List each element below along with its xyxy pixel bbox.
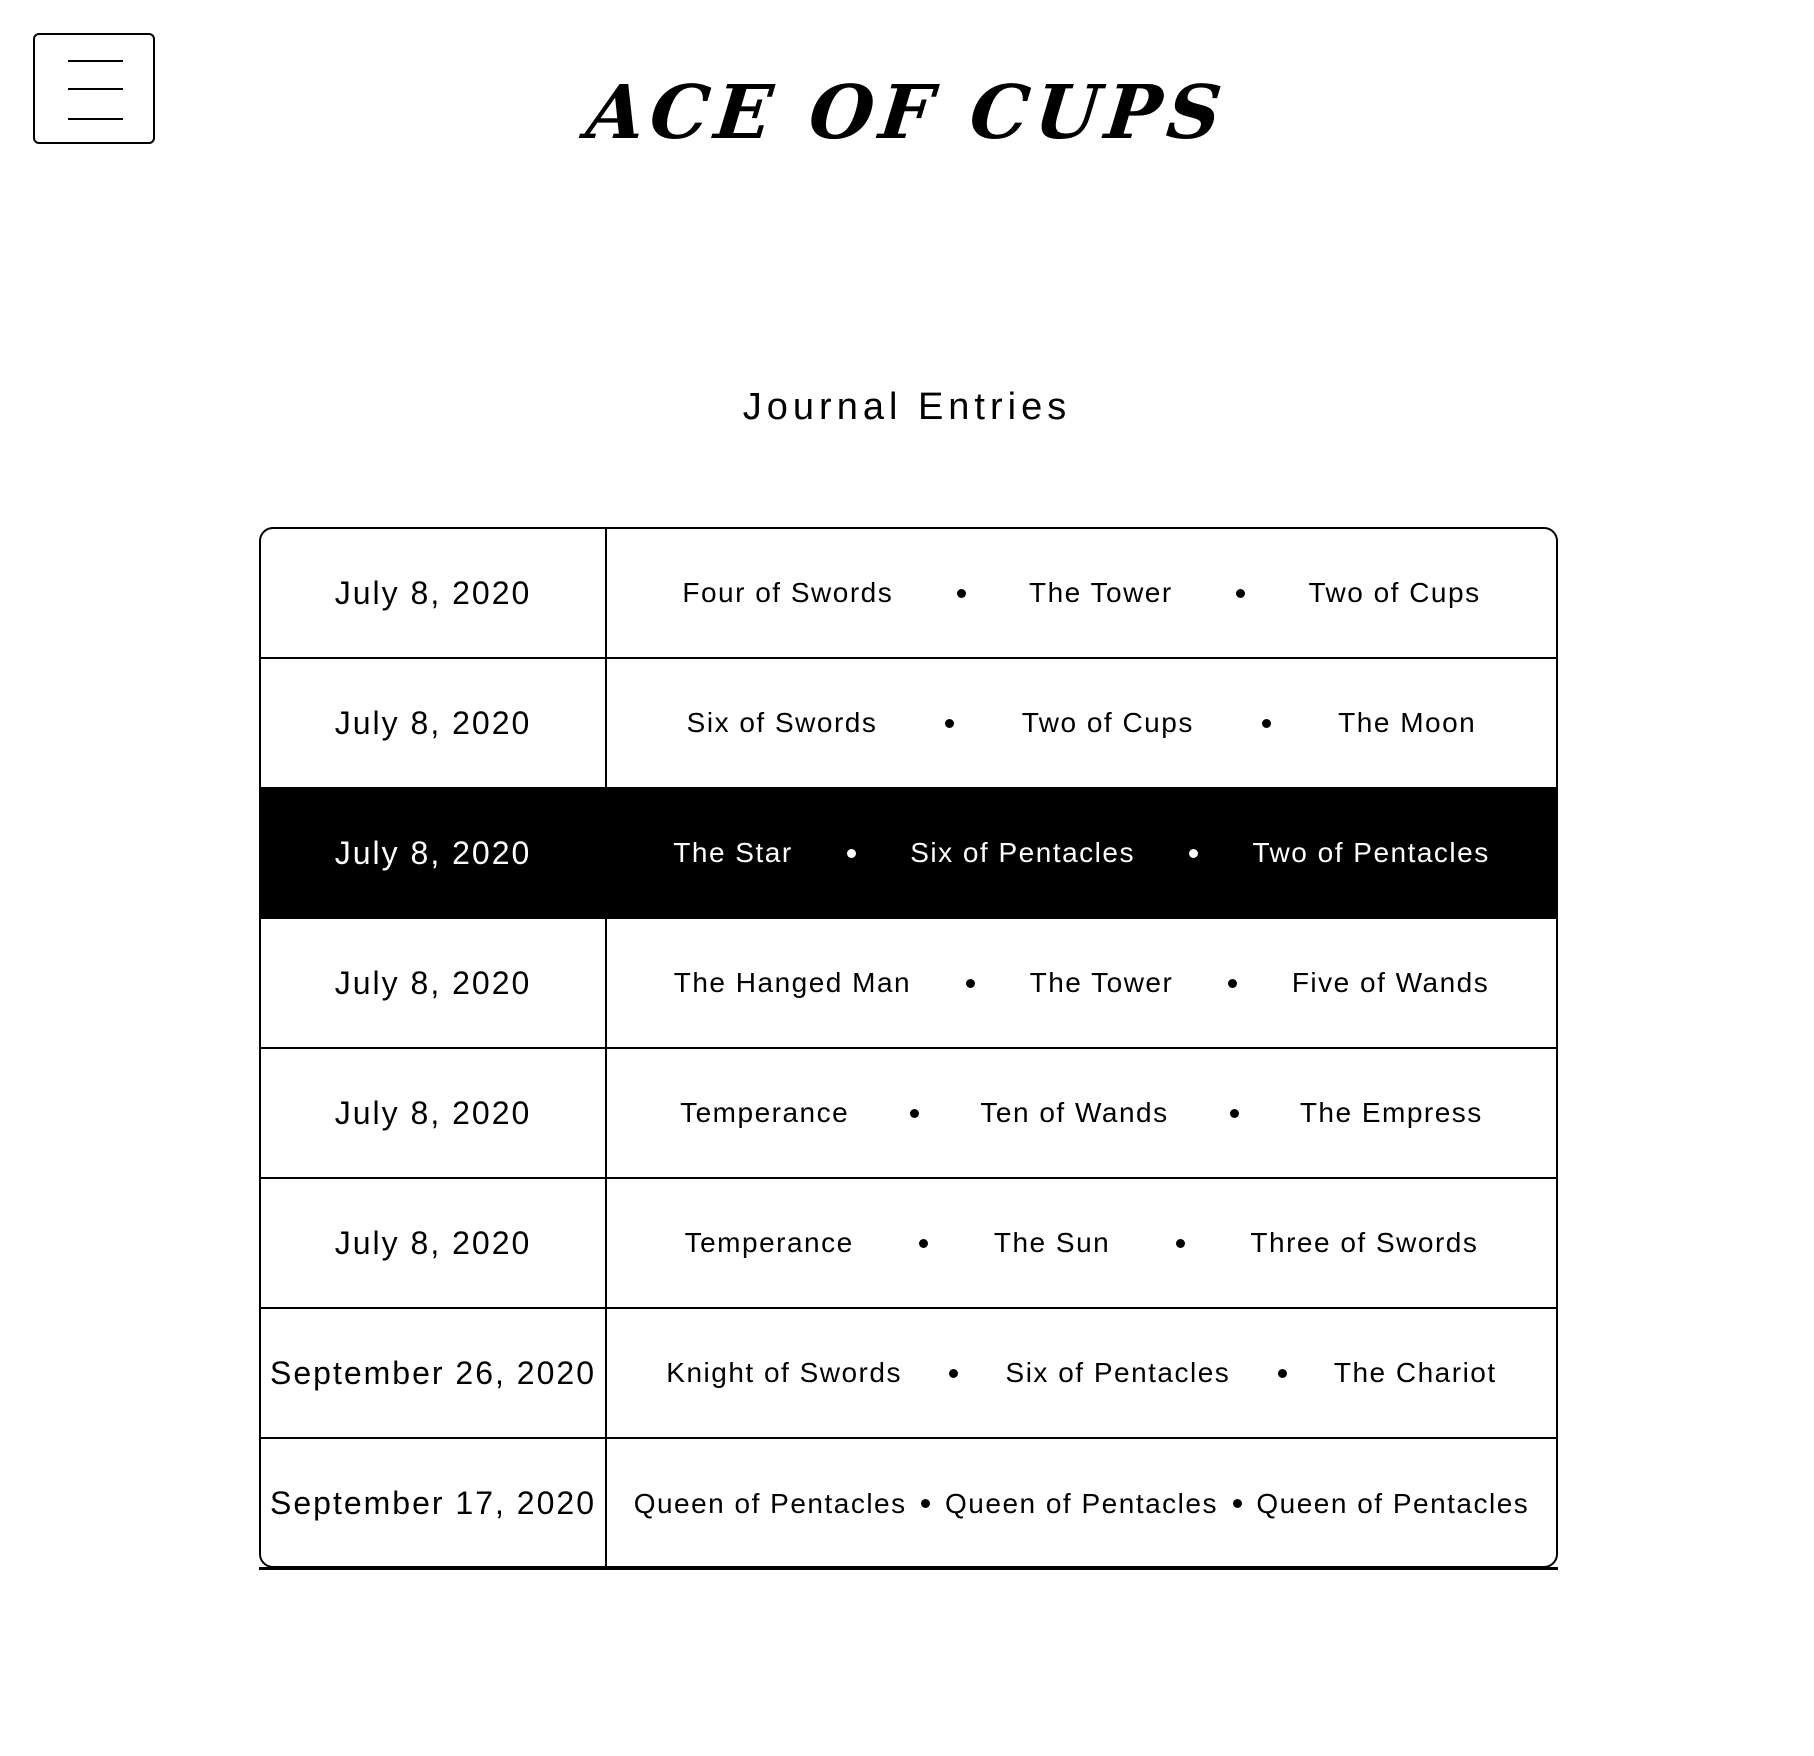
site-logo[interactable]: ACE OF CUPS bbox=[0, 68, 1814, 158]
hamburger-menu-icon bbox=[68, 60, 123, 62]
entry-date: July 8, 2020 bbox=[261, 659, 607, 787]
page-title: Journal Entries bbox=[742, 386, 1072, 428]
entry-cards: Queen of Pentacles Queen of Pentacles Qu… bbox=[607, 1439, 1556, 1566]
bullet-icon bbox=[956, 588, 966, 598]
bullet-icon bbox=[919, 1238, 929, 1248]
bullet-icon bbox=[1228, 978, 1238, 988]
card-name: Queen of Pentacles bbox=[1256, 1487, 1530, 1519]
journal-entry-row[interactable]: July 8, 2020 Temperance The Sun Three of… bbox=[261, 1179, 1556, 1309]
card-name: Six of Pentacles bbox=[910, 837, 1135, 868]
bullet-icon bbox=[945, 718, 955, 728]
journal-entries-table: July 8, 2020 Four of Swords The Tower Tw… bbox=[259, 527, 1558, 1568]
card-name: Temperance bbox=[680, 1097, 850, 1128]
card-name: The Hanged Man bbox=[673, 967, 912, 998]
journal-entry-row[interactable]: September 26, 2020 Knight of Swords Six … bbox=[261, 1309, 1556, 1439]
card-name: Two of Pentacles bbox=[1252, 837, 1490, 868]
card-name: Queen of Pentacles bbox=[633, 1487, 907, 1519]
entry-date: July 8, 2020 bbox=[261, 789, 607, 917]
entry-date: September 17, 2020 bbox=[261, 1439, 607, 1566]
entry-cards: Knight of Swords Six of Pentacles The Ch… bbox=[607, 1309, 1556, 1437]
entry-cards: Four of Swords The Tower Two of Cups bbox=[607, 529, 1556, 657]
bullet-icon bbox=[949, 1368, 959, 1378]
entry-date: July 8, 2020 bbox=[261, 1179, 607, 1307]
card-name: Ten of Wands bbox=[980, 1097, 1169, 1128]
journal-entry-row[interactable]: July 8, 2020 Six of Swords Two of Cups T… bbox=[261, 659, 1556, 789]
card-name: The Chariot bbox=[1333, 1357, 1497, 1388]
card-name: Two of Cups bbox=[1021, 707, 1194, 738]
bullet-icon bbox=[921, 1499, 931, 1508]
entry-cards: Temperance The Sun Three of Swords bbox=[607, 1179, 1556, 1307]
card-name: Six of Pentacles bbox=[1005, 1357, 1231, 1388]
card-name: Knight of Swords bbox=[666, 1357, 902, 1388]
journal-entry-row[interactable]: July 8, 2020 The Hanged Man The Tower Fi… bbox=[261, 919, 1556, 1049]
card-name: Four of Swords bbox=[682, 577, 894, 608]
card-name: Two of Cups bbox=[1308, 577, 1481, 608]
card-name: Six of Swords bbox=[686, 707, 878, 738]
card-name: Temperance bbox=[684, 1227, 854, 1258]
bullet-icon bbox=[1175, 1238, 1185, 1248]
card-name: The Tower bbox=[1029, 967, 1174, 998]
entry-cards: The Hanged Man The Tower Five of Wands bbox=[607, 919, 1556, 1047]
card-name: The Sun bbox=[993, 1227, 1111, 1258]
bullet-icon bbox=[965, 978, 975, 988]
entry-date: July 8, 2020 bbox=[261, 919, 607, 1047]
journal-entry-row[interactable]: July 8, 2020 Temperance Ten of Wands The… bbox=[261, 1049, 1556, 1179]
journal-entry-row[interactable]: July 8, 2020 Four of Swords The Tower Tw… bbox=[261, 529, 1556, 659]
card-name: Five of Wands bbox=[1291, 967, 1490, 998]
bullet-icon bbox=[910, 1108, 920, 1118]
journal-entry-row[interactable]: September 17, 2020 Queen of Pentacles Qu… bbox=[261, 1439, 1556, 1566]
entry-date: September 26, 2020 bbox=[261, 1309, 607, 1437]
entry-date: July 8, 2020 bbox=[261, 529, 607, 657]
card-name: The Empress bbox=[1299, 1097, 1483, 1128]
bullet-icon bbox=[1261, 718, 1271, 728]
entry-cards: Temperance Ten of Wands The Empress bbox=[607, 1049, 1556, 1177]
card-name: The Moon bbox=[1338, 707, 1477, 738]
entry-cards: Six of Swords Two of Cups The Moon bbox=[607, 659, 1556, 787]
card-name: The Tower bbox=[1028, 577, 1173, 608]
bullet-icon bbox=[1229, 1108, 1239, 1118]
entry-date: July 8, 2020 bbox=[261, 1049, 607, 1177]
bullet-icon bbox=[1232, 1499, 1242, 1508]
bullet-icon bbox=[1236, 588, 1246, 598]
card-name: The Star bbox=[673, 837, 793, 868]
bullet-icon bbox=[846, 848, 856, 858]
card-name: Three of Swords bbox=[1250, 1227, 1479, 1258]
card-name: Queen of Pentacles bbox=[945, 1487, 1218, 1519]
bullet-icon bbox=[1189, 848, 1199, 858]
bullet-icon bbox=[1277, 1368, 1287, 1378]
journal-entry-row-selected[interactable]: July 8, 2020 The Star Six of Pentacles T… bbox=[261, 789, 1556, 919]
entry-cards: The Star Six of Pentacles Two of Pentacl… bbox=[607, 789, 1556, 917]
table-bottom-rule bbox=[259, 1567, 1558, 1570]
